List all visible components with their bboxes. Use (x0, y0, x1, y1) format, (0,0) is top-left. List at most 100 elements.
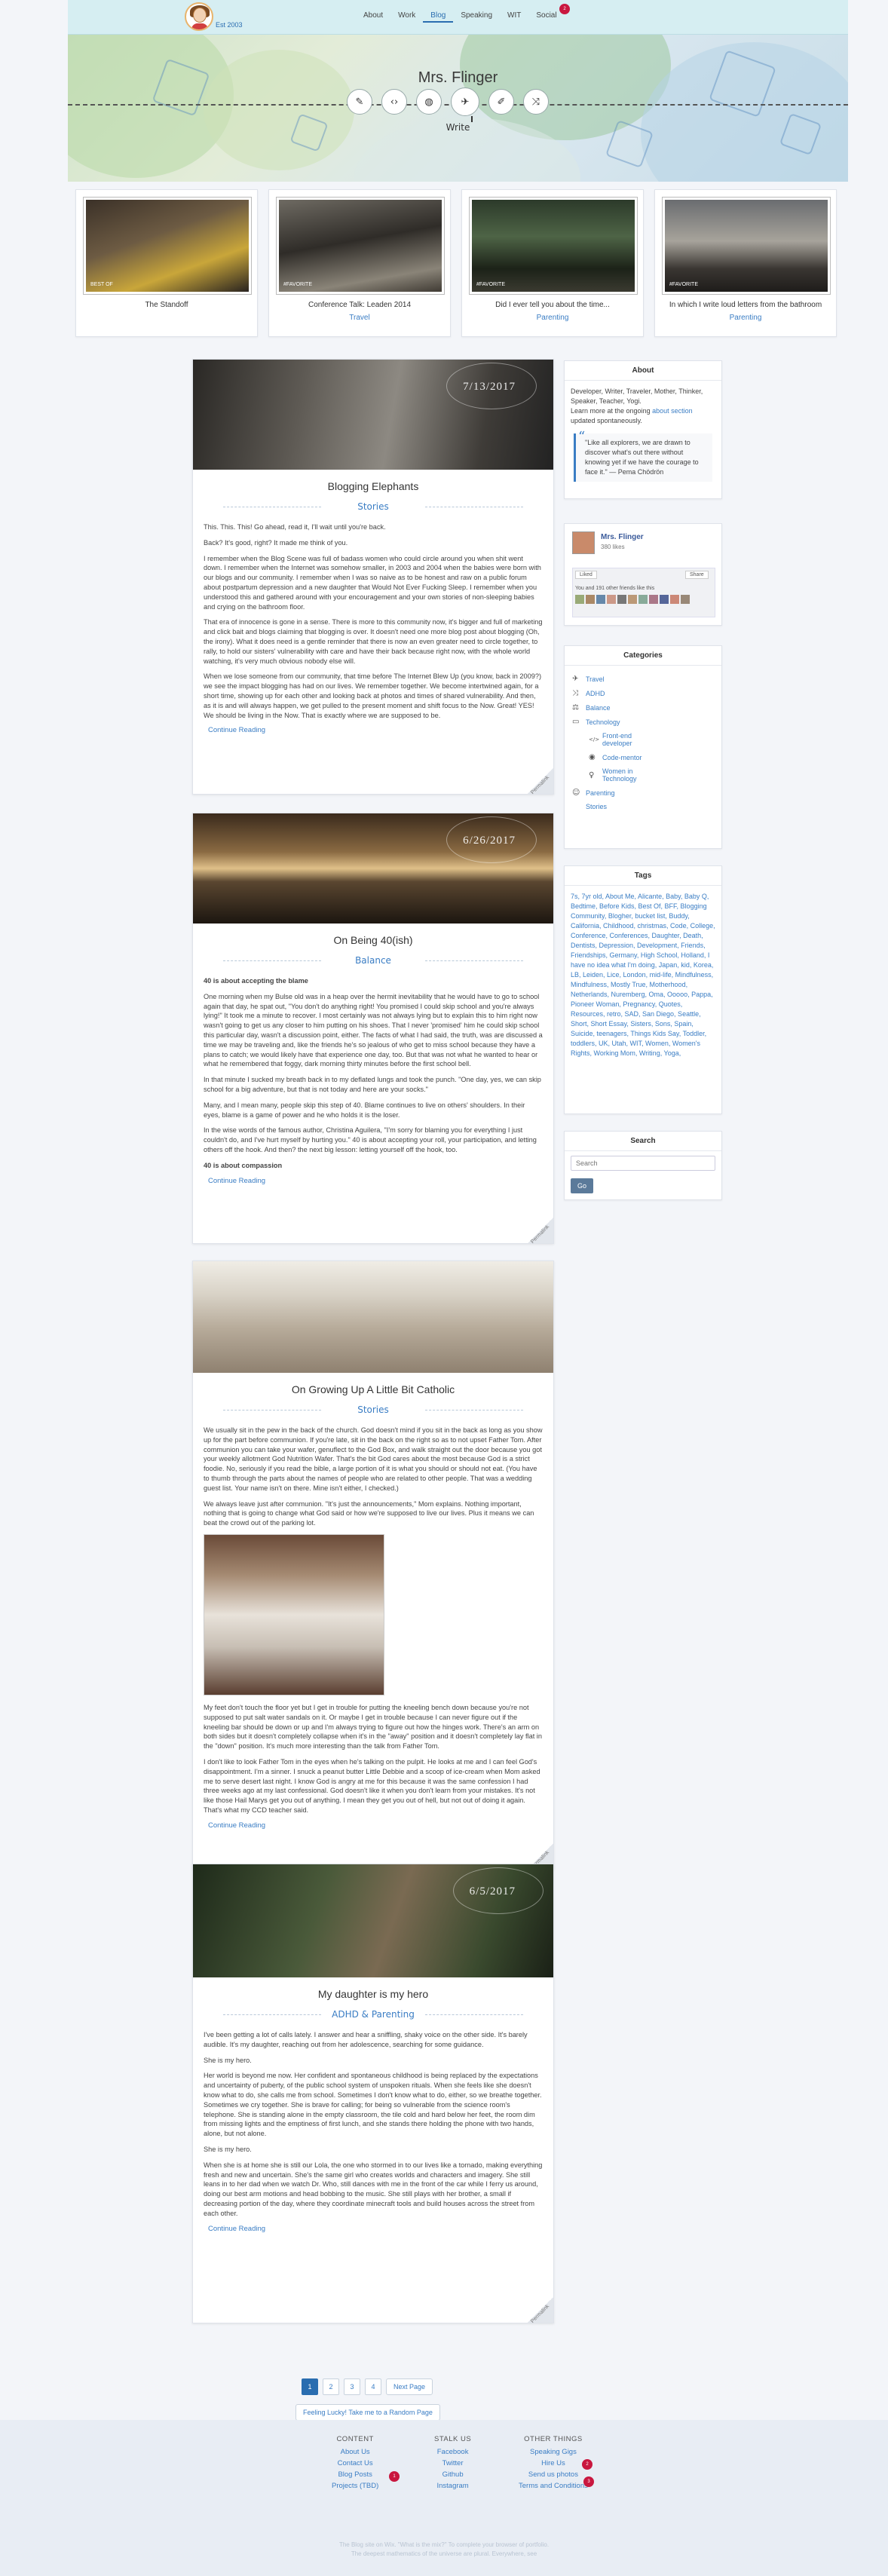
footer-instagram-link[interactable]: Instagram (434, 2480, 471, 2492)
facebook-widget: Mrs. Flinger 380 likes Liked Share You a… (564, 523, 722, 626)
page-2[interactable]: 2 (323, 2378, 339, 2395)
permalink-corner[interactable]: Permalink (528, 1218, 553, 1245)
random-page-button[interactable]: Feeling Lucky! Take me to a Random Page (295, 2404, 440, 2421)
pen-icon[interactable]: ✎ (347, 89, 372, 115)
post-image[interactable]: 7/13/2017 (193, 360, 553, 470)
footer-badge: 3 (583, 2476, 594, 2487)
hero-banner: Mrs. Flinger ✎ ‹› ◍ ✈ ✐ ⤨ Write (68, 35, 848, 182)
permalink-corner[interactable]: Permalink (528, 768, 553, 795)
page-3[interactable]: 3 (344, 2378, 360, 2395)
footer-copyright: The Blog site on Wix. "What is the mix?"… (338, 2541, 550, 2557)
featured-posts: BEST OF The Standoff #FAVORITE Conferenc… (75, 189, 837, 337)
category-parenting[interactable]: ☺ Parenting (572, 789, 714, 797)
featured-title: In which I write loud letters from the b… (669, 301, 822, 309)
footer-content-col: CONTENT About Us Contact Us Blog Posts P… (332, 2435, 379, 2492)
nav-wit[interactable]: WIT (500, 11, 528, 23)
featured-category[interactable]: Travel (269, 314, 450, 322)
main-nav: About Work Blog Speaking WIT Social (356, 11, 565, 23)
fb-page-name[interactable]: Mrs. Flinger (601, 533, 644, 541)
tag-cloud[interactable]: 7s, 7yr old, About Me, Alicante, Baby, B… (565, 886, 721, 1064)
footer-blog-link[interactable]: Blog Posts (332, 2469, 378, 2480)
woman-icon: ♀ (589, 770, 595, 780)
footer-contact-link[interactable]: Contact Us (332, 2458, 378, 2469)
tags-title: Tags (565, 866, 721, 886)
category-travel[interactable]: ✈ Travel (572, 675, 714, 683)
nav-work[interactable]: Work (390, 11, 423, 23)
footer-photos-link[interactable]: Send us photos (519, 2469, 588, 2480)
nav-about[interactable]: About (356, 11, 390, 23)
post-title[interactable]: My daughter is my hero (193, 1988, 553, 2000)
nav-speaking[interactable]: Speaking (453, 11, 500, 23)
featured-card[interactable]: #FAVORITE Conference Talk: Leaden 2014 T… (268, 189, 451, 337)
featured-category[interactable]: Parenting (655, 314, 836, 322)
shuffle-icon[interactable]: ⤨ (523, 89, 549, 115)
featured-title: The Standoff (145, 301, 188, 309)
post-category[interactable]: ADHD & Parenting (193, 2009, 553, 2020)
est-label: Est 2003 (216, 21, 243, 29)
plane-icon[interactable]: ✈ (451, 87, 479, 116)
search-go-button[interactable]: Go (571, 1178, 593, 1193)
post-title[interactable]: On Growing Up A Little Bit Catholic (193, 1383, 553, 1395)
continue-reading-link[interactable]: Continue Reading (208, 726, 553, 734)
nav-social[interactable]: Social (528, 11, 564, 23)
featured-title: Did I ever tell you about the time... (495, 301, 610, 309)
continue-reading-link[interactable]: Continue Reading (208, 1177, 553, 1185)
blog-post: 6/26/2017 On Being 40(ish) Balance 40 is… (192, 813, 554, 1245)
next-page-button[interactable]: Next Page (386, 2378, 433, 2395)
featured-title: Conference Talk: Leaden 2014 (308, 301, 412, 309)
childhood-photo (204, 1533, 384, 1695)
site-logo-avatar[interactable] (185, 2, 213, 31)
laptop-icon: ▭ (572, 718, 580, 726)
footer-hire-link[interactable]: Hire Us (519, 2458, 588, 2469)
footer-projects-link[interactable]: Projects (TBD) (332, 2480, 378, 2492)
featured-card[interactable]: #FAVORITE In which I write loud letters … (654, 189, 837, 337)
pema-quote: "Like all explorers, we are drawn to dis… (574, 432, 712, 482)
category-stories[interactable]: Stories (572, 803, 714, 810)
featured-image: #FAVORITE (470, 198, 637, 294)
page-4[interactable]: 4 (365, 2378, 381, 2395)
nav-blog[interactable]: Blog (423, 11, 454, 23)
category-front-end-developer[interactable]: </> Front-end developer (589, 732, 714, 747)
featured-image: BEST OF (84, 198, 251, 294)
category-balance[interactable]: ⚖ Balance (572, 703, 714, 712)
category-adhd[interactable]: ⤨ ADHD (572, 689, 714, 697)
footer-badge: 2 (582, 2459, 593, 2470)
page-1[interactable]: 1 (302, 2378, 318, 2395)
post-title[interactable]: On Being 40(ish) (193, 934, 553, 946)
category-technology[interactable]: ▭ Technology (572, 718, 714, 726)
category-code-mentor[interactable]: ◉ Code-mentor (589, 753, 714, 761)
balance-icon: ⚖ (572, 703, 579, 712)
permalink-corner[interactable]: Permalink (528, 2297, 553, 2324)
category-women-in-technology[interactable]: ♀ Women in Technology (589, 767, 714, 783)
fb-like-button[interactable]: Liked (575, 571, 597, 579)
post-image[interactable] (193, 1261, 553, 1373)
edit-icon[interactable]: ✐ (488, 89, 514, 115)
plane-icon: ✈ (572, 675, 579, 683)
post-category[interactable]: Stories (193, 1404, 553, 1415)
globe-icon[interactable]: ◍ (416, 89, 442, 115)
footer-github-link[interactable]: Github (434, 2469, 471, 2480)
search-input[interactable] (571, 1156, 715, 1171)
code-icon[interactable]: ‹› (381, 89, 407, 115)
featured-card[interactable]: #FAVORITE Did I ever tell you about the … (461, 189, 644, 337)
post-category[interactable]: Stories (193, 501, 553, 512)
continue-reading-link[interactable]: Continue Reading (208, 2225, 553, 2233)
footer-facebook-link[interactable]: Facebook (434, 2446, 471, 2458)
featured-card[interactable]: BEST OF The Standoff (75, 189, 258, 337)
footer-speaking-link[interactable]: Speaking Gigs (519, 2446, 588, 2458)
post-title[interactable]: Blogging Elephants (193, 480, 553, 492)
footer-twitter-link[interactable]: Twitter (434, 2458, 471, 2469)
continue-reading-link[interactable]: Continue Reading (208, 1821, 553, 1830)
post-image[interactable]: 6/26/2017 (193, 813, 553, 924)
about-section-link[interactable]: about section (652, 407, 693, 415)
post-category[interactable]: Balance (193, 955, 553, 966)
about-text: Developer, Writer, Traveler, Mother, Thi… (571, 387, 703, 405)
search-widget: Search Go (564, 1131, 722, 1200)
post-image[interactable]: 6/5/2017 (193, 1864, 553, 1977)
featured-category[interactable]: Parenting (462, 314, 643, 322)
post-body: We usually sit in the pew in the back of… (204, 1426, 543, 1814)
fb-share-button[interactable]: Share (685, 571, 709, 579)
facebook-avatar (572, 531, 595, 554)
footer-about-link[interactable]: About Us (332, 2446, 378, 2458)
footer-terms-link[interactable]: Terms and Conditions (519, 2480, 588, 2492)
